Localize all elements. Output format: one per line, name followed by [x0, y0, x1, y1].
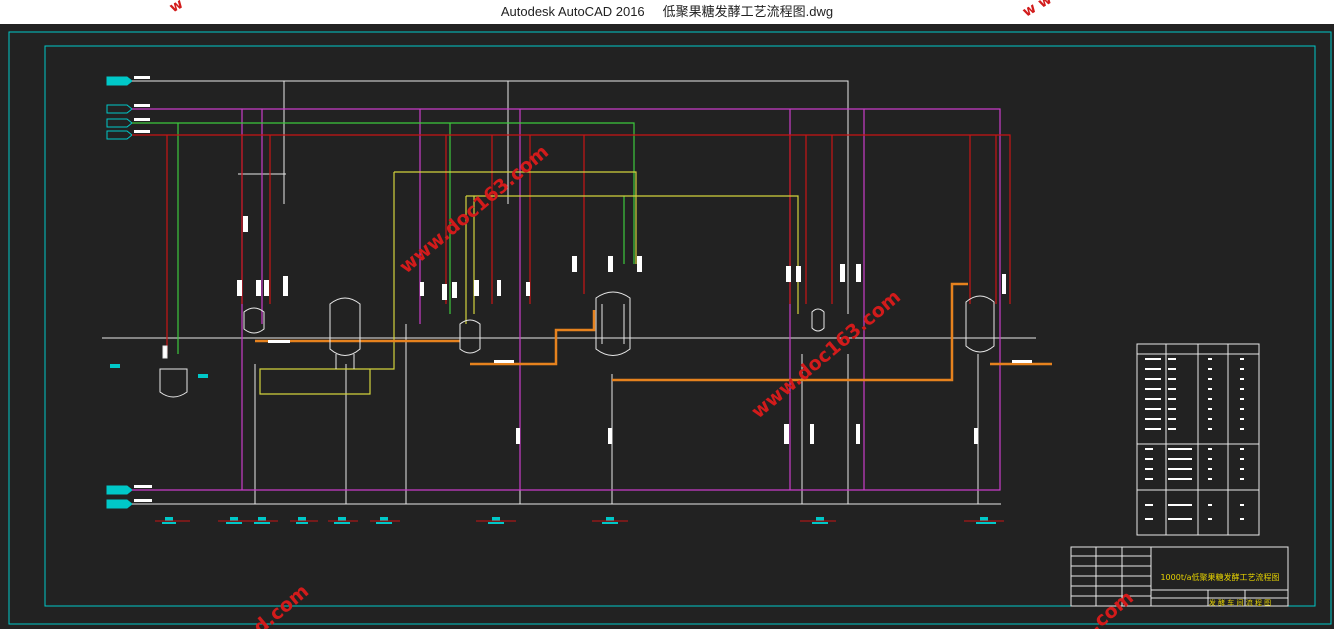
- pipe-orange: [255, 282, 1052, 382]
- document-name: 低聚果糖发酵工艺流程图.dwg: [662, 4, 834, 19]
- title-block-heading: 1000t/a低聚果糖发酵工艺流程图: [1160, 572, 1279, 582]
- separator: [811, 308, 825, 332]
- seed-fermenter: [243, 307, 265, 334]
- feed-tank: [159, 345, 188, 398]
- header-pipe-arrows: [106, 76, 133, 509]
- storage-tank-1: [329, 297, 361, 369]
- main-fermenter: [595, 291, 631, 356]
- watermark-bottom-left: d.com: [249, 580, 313, 629]
- cad-drawing: 1000t/a低聚果糖发酵工艺流程图 发 酵 车 间 流 程 图 www.doc…: [8, 31, 1332, 629]
- legend-table: [1136, 343, 1260, 536]
- fermenter-2: [459, 319, 481, 354]
- header-labels: [134, 76, 152, 502]
- equipment-tags: [110, 364, 996, 524]
- legend-entries: [1145, 358, 1244, 520]
- pipe-magenta: [132, 108, 1001, 491]
- product-tank: [965, 295, 995, 353]
- title-block-sub: 发 酵 车 间 流 程 图: [1209, 598, 1271, 607]
- pipe-green: [132, 122, 635, 354]
- drawing-canvas[interactable]: 1000t/a低聚果糖发酵工艺流程图 发 酵 车 间 流 程 图 www.doc…: [0, 24, 1334, 629]
- watermark-bottom-right: .com: [1084, 586, 1137, 629]
- outer-frame: [8, 31, 1332, 625]
- app-name: Autodesk AutoCAD 2016: [500, 4, 645, 19]
- watermark-center-right: www.doc163.com: [747, 286, 905, 423]
- window-title-bar: Autodesk AutoCAD 2016 低聚果糖发酵工艺流程图.dwg: [0, 0, 1334, 25]
